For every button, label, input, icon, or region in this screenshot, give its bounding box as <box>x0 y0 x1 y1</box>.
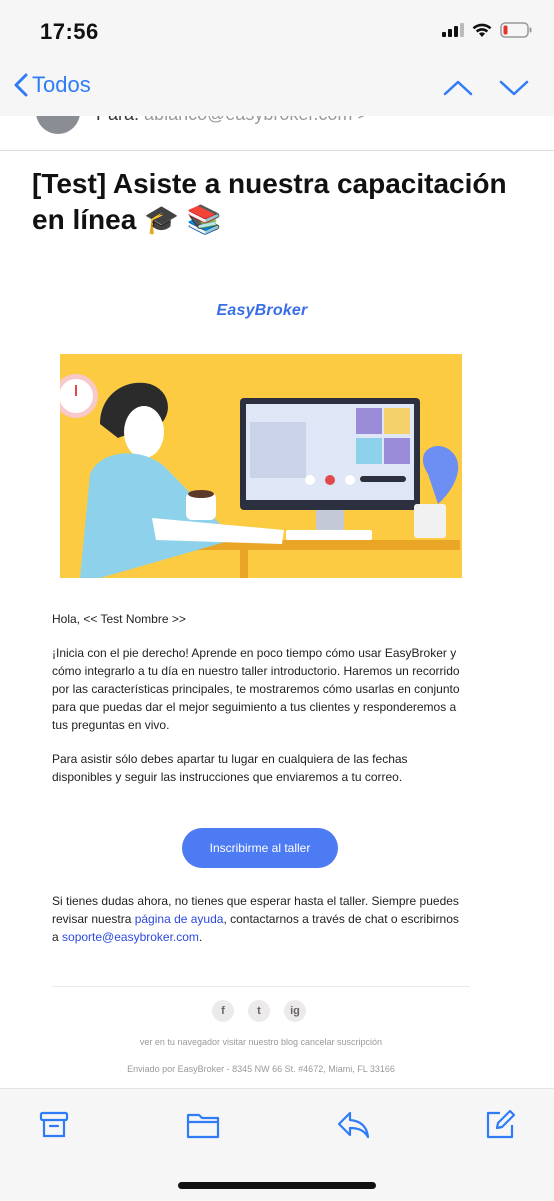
footer-links[interactable]: ver en tu navegador visitar nuestro blog… <box>52 1037 470 1047</box>
footer-address: Enviado por EasyBroker - 8345 NW 66 St. … <box>127 1064 395 1074</box>
home-indicator[interactable] <box>178 1182 376 1189</box>
previous-message-button[interactable] <box>442 76 474 100</box>
avatar <box>36 116 80 134</box>
message-subject: [Test] Asiste a nuestra capacitación en … <box>32 168 507 235</box>
folder-icon[interactable] <box>186 1109 220 1141</box>
back-label: Todos <box>32 72 91 97</box>
next-message-button[interactable] <box>498 76 530 100</box>
archive-icon[interactable] <box>38 1109 70 1141</box>
email-body: EasyBroker Hola, << Test Nombre >> ¡Inic… <box>52 296 472 1074</box>
social-links: f t ig <box>212 1000 306 1022</box>
status-time: 17:56 <box>40 19 99 44</box>
nav-bar: Todos <box>0 64 554 116</box>
register-button[interactable]: Inscribirme al taller <box>182 828 338 868</box>
brand-logo: EasyBroker <box>216 302 308 319</box>
facebook-icon[interactable]: f <box>212 1000 234 1022</box>
back-button[interactable]: Todos <box>14 72 91 98</box>
chevron-left-icon <box>14 73 28 97</box>
hero-illustration <box>60 354 462 578</box>
signal-icon <box>442 23 464 37</box>
help-paragraph: Si tienes dudas ahora, no tienes que esp… <box>52 892 466 946</box>
intro-paragraph: ¡Inicia con el pie derecho! Aprende en p… <box>52 646 460 732</box>
footer-divider <box>52 986 470 987</box>
instagram-icon[interactable]: ig <box>284 1000 306 1022</box>
to-chevron: > <box>357 116 368 124</box>
reply-icon[interactable] <box>336 1109 370 1141</box>
message-header: Para: ablanco@easybroker.com > <box>0 116 554 151</box>
recipient-line[interactable]: Para: ablanco@easybroker.com > <box>96 116 368 125</box>
greeting: Hola, << Test Nombre >> <box>52 612 186 626</box>
to-address: ablanco@easybroker.com <box>144 116 352 124</box>
support-email-link[interactable]: soporte@easybroker.com <box>62 930 199 944</box>
to-label: Para: <box>96 116 139 124</box>
help-page-link[interactable]: página de ayuda <box>135 912 224 926</box>
twitter-icon[interactable]: t <box>248 1000 270 1022</box>
wifi-icon <box>472 23 492 37</box>
instructions-paragraph: Para asistir sólo debes apartar tu lugar… <box>52 752 408 784</box>
battery-icon <box>500 22 532 38</box>
help-text-c: . <box>198 930 203 944</box>
status-bar: 17:56 <box>0 0 554 64</box>
status-icons <box>442 22 532 38</box>
compose-icon[interactable] <box>484 1109 516 1141</box>
